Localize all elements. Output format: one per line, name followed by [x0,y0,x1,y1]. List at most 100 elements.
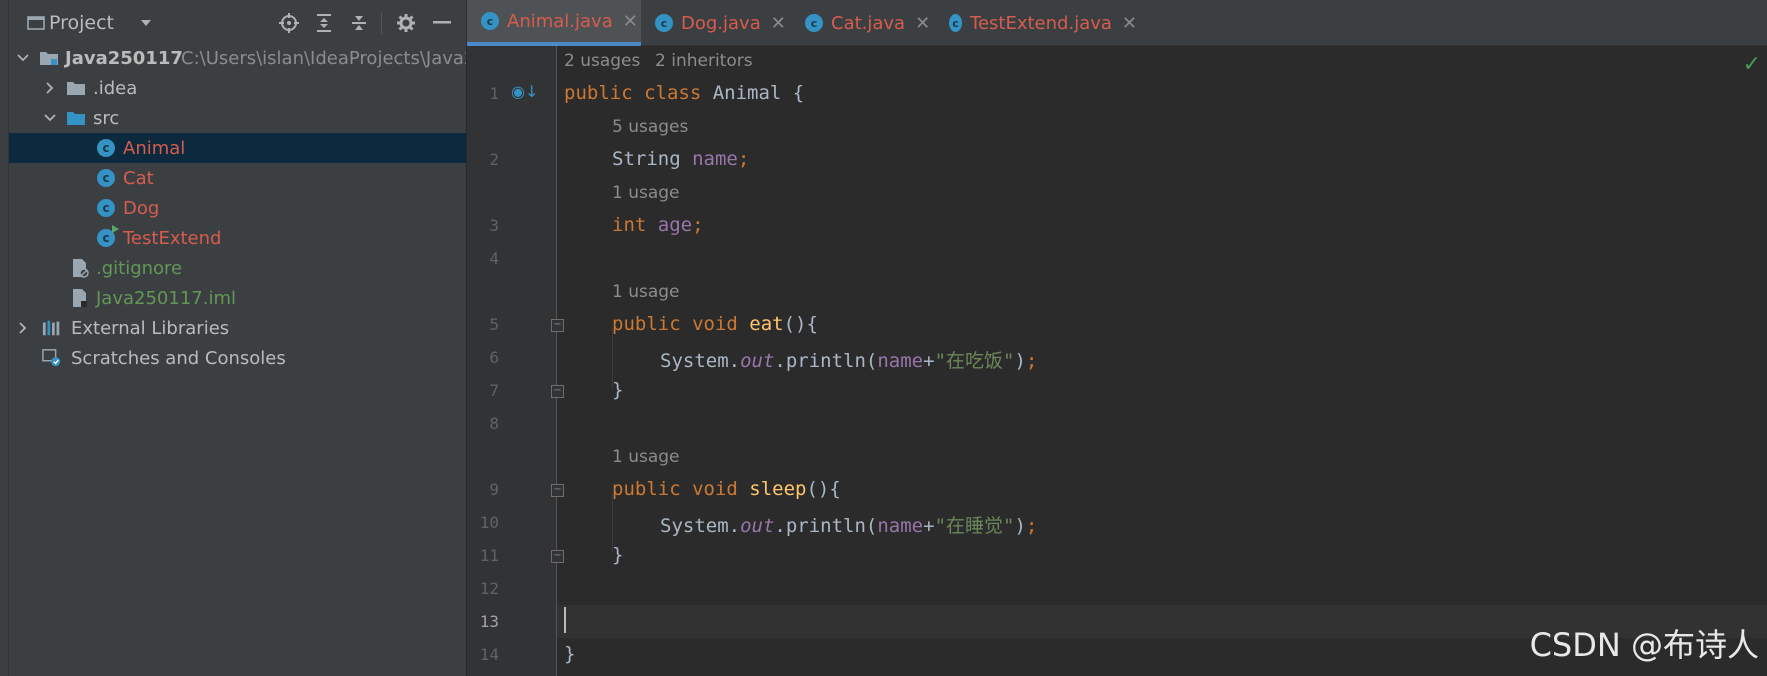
runnable-class-icon: c [96,223,119,253]
line-number: 6 [489,348,499,367]
tree-item-dog[interactable]: c Dog [9,193,466,223]
code-line-2: String name; [612,148,750,170]
line-number: 9 [489,480,499,499]
expand-all-icon[interactable] [309,0,339,46]
tree-item-cat[interactable]: c Cat [9,163,466,193]
folder-icon [66,73,86,103]
hide-panel-icon[interactable] [427,0,457,46]
code-line-7: } [612,379,624,401]
left-tool-strip [0,0,9,676]
runnable-class-icon: c [949,14,963,32]
close-icon[interactable]: ✕ [915,13,930,34]
usages-hint[interactable]: 2 usages [564,51,640,71]
implemented-by-icon[interactable]: ◉↓ [511,82,538,101]
tree-item-label: External Libraries [71,317,230,339]
code-line-1: public class Animal { [564,82,805,104]
line-number: 3 [489,216,499,235]
tab-testextend-java[interactable]: c TestExtend.java ✕ [937,0,1137,46]
tree-item-animal[interactable]: c Animal [9,133,466,163]
code-editor[interactable]: 1 2 3 4 5 6 7 8 9 10 11 12 13 14 ◉↓ − − … [467,46,1767,676]
tab-label: TestExtend.java [970,12,1112,34]
project-view-title[interactable]: Project [49,0,114,46]
line-number-current: 13 [479,612,499,631]
tree-item-label: Cat [123,167,154,189]
tree-item-label: .gitignore [96,257,183,279]
line-number: 5 [489,315,499,334]
code-line-5: public void eat(){ [612,313,818,335]
project-window-icon [27,0,45,46]
line-number: 10 [479,513,499,532]
tree-item-module[interactable]: Java250117 C:\Users\islan\IdeaProjects\J… [9,43,467,73]
tab-cat-java[interactable]: c Cat.java ✕ [793,0,935,46]
tree-item-testextend[interactable]: c TestExtend [9,223,466,253]
collapse-all-icon[interactable] [344,0,374,46]
iml-file-icon [70,283,90,313]
close-icon[interactable]: ✕ [1122,13,1137,34]
fold-icon[interactable]: − [551,550,564,563]
tree-item-scratches[interactable]: Scratches and Consoles [9,343,466,373]
code-line-11: } [612,544,624,566]
line-number: 14 [479,645,499,664]
tree-item-label: TestExtend [123,227,222,249]
line-number: 7 [489,381,499,400]
tree-item-idea[interactable]: .idea [9,73,466,103]
usages-hint[interactable]: 1 usage [612,447,680,467]
source-folder-icon [66,103,86,133]
close-icon[interactable]: ✕ [771,13,786,34]
tree-item-iml[interactable]: Java250117.iml [9,283,466,313]
code-line-9: public void sleep(){ [612,478,841,500]
tree-item-label: .idea [93,77,138,99]
code-line-10: System.out.println(name+"在睡觉"); [660,515,1038,537]
class-icon: c [96,163,116,193]
inheritors-hint[interactable]: 2 inheritors [655,51,753,71]
tree-item-external-libraries[interactable]: External Libraries [9,313,466,343]
tab-label: Cat.java [831,12,906,34]
select-opened-file-icon[interactable] [274,0,304,46]
chevron-right-icon[interactable] [15,313,31,343]
line-number: 11 [479,546,499,565]
class-icon: c [655,14,673,32]
tree-item-label: Java250117.iml [96,287,236,309]
module-folder-icon [39,43,59,73]
fold-icon[interactable]: − [551,319,564,332]
class-icon: c [481,12,499,30]
usages-hint[interactable]: 1 usage [612,183,680,203]
tab-animal-java[interactable]: c Animal.java ✕ [467,0,641,46]
gear-icon[interactable] [391,0,421,46]
tree-item-src[interactable]: src [9,103,466,133]
close-icon[interactable]: ✕ [623,11,638,32]
tree-item-label: Dog [123,197,160,219]
code-line-3: int age; [612,214,704,236]
scratches-icon [42,343,62,373]
line-number: 2 [489,150,499,169]
watermark: CSDN @布诗人 [1529,626,1759,664]
tab-label: Dog.java [681,12,761,34]
gitignore-file-icon [70,253,90,283]
editor-tab-bar: c Animal.java ✕ c Dog.java ✕ c Cat.java … [467,0,1767,46]
chevron-right-icon[interactable] [42,73,58,103]
tab-dog-java[interactable]: c Dog.java ✕ [643,0,789,46]
chevron-down-icon[interactable] [139,0,159,46]
code-line-6: System.out.println(name+"在吃饭"); [660,350,1038,372]
project-panel: Project Java250117 C:\Users\islan\IdeaPr… [9,0,467,676]
chevron-down-icon[interactable] [42,103,58,133]
fold-icon[interactable]: − [551,484,564,497]
line-number: 4 [489,249,499,268]
line-number: 8 [489,414,499,433]
chevron-down-icon[interactable] [15,43,31,73]
tab-label: Animal.java [507,10,613,32]
tree-item-gitignore[interactable]: .gitignore [9,253,466,283]
tree-item-label: src [93,107,120,129]
project-header: Project [9,0,466,46]
line-number: 12 [479,579,499,598]
fold-icon[interactable]: − [551,385,564,398]
module-path: C:\Users\islan\IdeaProjects\Java2 [181,47,467,69]
checkmark-icon[interactable]: ✓ [1743,52,1761,77]
code-line-14: } [564,643,576,665]
tree-item-label: Java250117 [65,47,183,69]
usages-hint[interactable]: 1 usage [612,282,680,302]
usages-hint[interactable]: 5 usages [612,117,688,137]
line-number: 1 [489,84,499,103]
class-icon: c [805,14,823,32]
tree-item-label: Scratches and Consoles [71,347,286,369]
